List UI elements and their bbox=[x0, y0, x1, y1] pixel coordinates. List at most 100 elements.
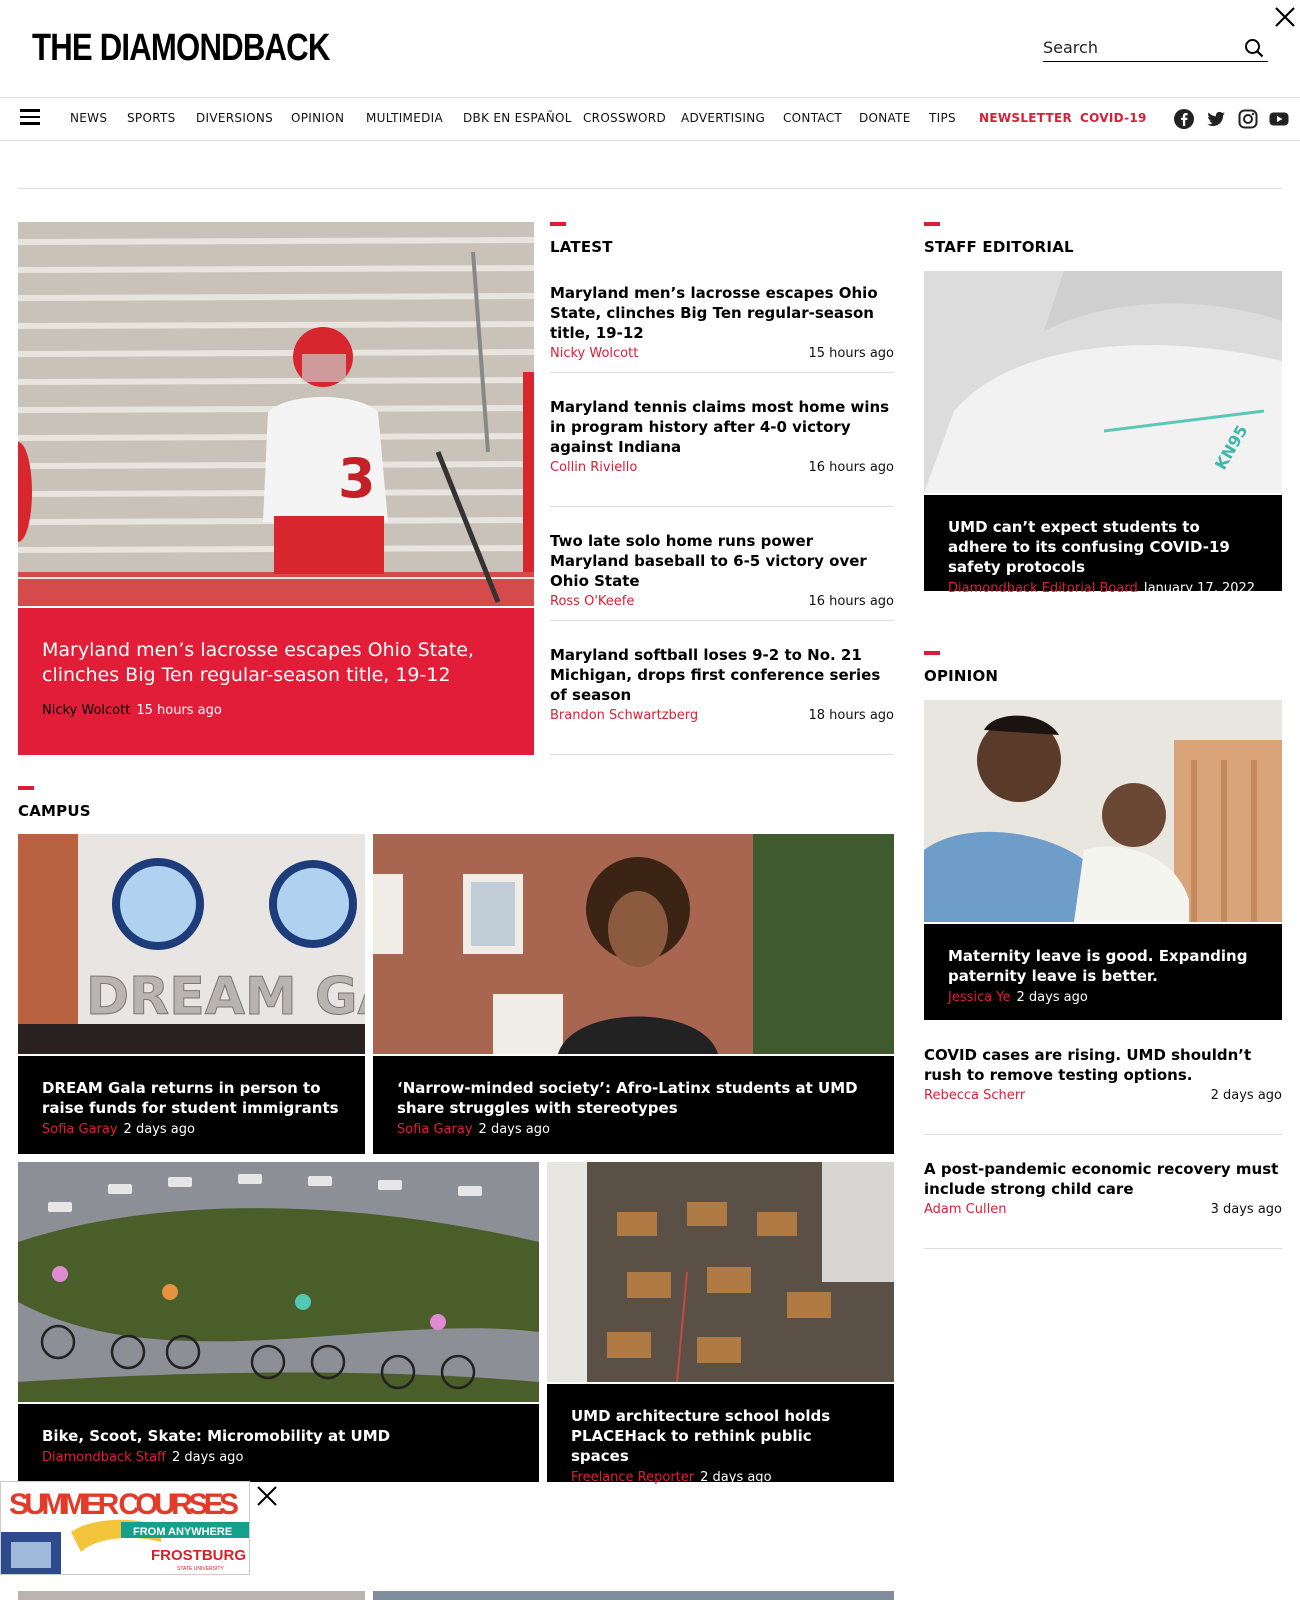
latest-title: LATEST bbox=[550, 238, 613, 256]
divider bbox=[18, 188, 1282, 189]
campus-card[interactable]: UMD architecture school holds PLACEHack … bbox=[547, 1384, 894, 1485]
nav-opinion[interactable]: OPINION bbox=[291, 111, 344, 125]
search-input[interactable]: Search bbox=[1043, 36, 1268, 62]
latest-headline[interactable]: Maryland softball loses 9-2 to No. 21 Mi… bbox=[550, 645, 894, 705]
search-placeholder: Search bbox=[1043, 38, 1098, 57]
instagram-icon[interactable] bbox=[1237, 108, 1259, 130]
nav-covid-19[interactable]: COVID-19 bbox=[1080, 111, 1147, 125]
nav-diversions[interactable]: DIVERSIONS bbox=[196, 111, 273, 125]
campus-card-image[interactable] bbox=[373, 834, 894, 1054]
nav-multimedia[interactable]: MULTIMEDIA bbox=[366, 111, 443, 125]
staff-editorial-title: STAFF EDITORIAL bbox=[924, 238, 1074, 256]
campus-card-image[interactable] bbox=[18, 1162, 539, 1402]
campus-card-image[interactable] bbox=[373, 1591, 894, 1600]
opinion-time: 2 days ago bbox=[1210, 1088, 1282, 1103]
latest-item[interactable]: Maryland tennis claims most home wins in… bbox=[550, 397, 894, 507]
hero-caption[interactable]: Maryland men’s lacrosse escapes Ohio Sta… bbox=[18, 608, 534, 755]
opinion-author[interactable]: Rebecca Scherr bbox=[924, 1088, 1025, 1103]
campus-card-author[interactable]: Sofia Garay bbox=[42, 1122, 118, 1137]
campus-card-author[interactable]: Diamondback Staff bbox=[42, 1450, 166, 1465]
opinion-image[interactable] bbox=[924, 700, 1282, 922]
staff-editorial-time: January 17, 2022 bbox=[1143, 581, 1256, 596]
section-marker bbox=[18, 786, 34, 790]
latest-time: 16 hours ago bbox=[808, 460, 894, 475]
latest-headline[interactable]: Two late solo home runs power Maryland b… bbox=[550, 531, 894, 591]
nav-news[interactable]: NEWS bbox=[70, 111, 107, 125]
menu-icon[interactable] bbox=[20, 109, 40, 127]
opinion-author[interactable]: Adam Cullen bbox=[924, 1202, 1006, 1217]
staff-editorial-headline[interactable]: UMD can’t expect students to adhere to i… bbox=[948, 517, 1258, 577]
twitter-icon[interactable] bbox=[1205, 108, 1227, 130]
advertisement-banner[interactable]: SUMMER COURSES FROM ANYWHERE FROSTBURG S… bbox=[0, 1481, 250, 1575]
site-logo[interactable]: THE DIAMONDBACK bbox=[32, 26, 330, 70]
nav-contact[interactable]: CONTACT bbox=[783, 111, 842, 125]
campus-card-author[interactable]: Sofia Garay bbox=[397, 1122, 473, 1137]
latest-item[interactable]: Two late solo home runs power Maryland b… bbox=[550, 531, 894, 621]
hero-headline[interactable]: Maryland men’s lacrosse escapes Ohio Sta… bbox=[42, 638, 510, 688]
campus-card-image[interactable]: DREAM GAL bbox=[18, 834, 365, 1054]
latest-time: 16 hours ago bbox=[808, 594, 894, 609]
nav-tips[interactable]: TIPS bbox=[929, 111, 956, 125]
campus-card-headline[interactable]: DREAM Gala returns in person to raise fu… bbox=[42, 1078, 341, 1118]
campus-card-time: 2 days ago bbox=[700, 1470, 772, 1485]
campus-card[interactable]: Bike, Scoot, Skate: Micromobility at UMD… bbox=[18, 1404, 539, 1482]
nav-advertising[interactable]: ADVERTISING bbox=[681, 111, 765, 125]
close-ad-icon[interactable] bbox=[255, 1484, 279, 1508]
youtube-icon[interactable] bbox=[1268, 108, 1290, 130]
campus-card[interactable]: ‘Narrow-minded society’: Afro-Latinx stu… bbox=[373, 1056, 894, 1154]
hero-meta: Nicky Wolcott 15 hours ago bbox=[42, 703, 510, 718]
latest-author[interactable]: Brandon Schwartzberg bbox=[550, 708, 698, 723]
ad-headline: SUMMER COURSES bbox=[9, 1488, 239, 1521]
hero-image[interactable]: 3 bbox=[18, 222, 534, 606]
hero-time: 15 hours ago bbox=[136, 703, 222, 718]
opinion-featured-card[interactable]: Maternity leave is good. Expanding pater… bbox=[924, 924, 1282, 1020]
latest-author[interactable]: Ross O'Keefe bbox=[550, 594, 634, 609]
campus-card-time: 2 days ago bbox=[172, 1450, 244, 1465]
dream-gala-balloons: DREAM GAL bbox=[86, 967, 365, 1027]
campus-card-author[interactable]: Freelance Reporter bbox=[571, 1470, 694, 1485]
ad-brand-sub: STATE UNIVERSITY bbox=[177, 1566, 224, 1572]
opinion-item[interactable]: A post-pandemic economic recovery must i… bbox=[924, 1159, 1282, 1249]
campus-card-headline[interactable]: Bike, Scoot, Skate: Micromobility at UMD bbox=[42, 1426, 515, 1446]
opinion-item[interactable]: COVID cases are rising. UMD shouldn’t ru… bbox=[924, 1045, 1282, 1135]
section-marker bbox=[550, 222, 566, 226]
latest-author[interactable]: Nicky Wolcott bbox=[550, 346, 638, 361]
nav-newsletter[interactable]: NEWSLETTER bbox=[979, 111, 1072, 125]
close-icon[interactable] bbox=[1272, 4, 1298, 30]
latest-time: 18 hours ago bbox=[808, 708, 894, 723]
staff-editorial-card[interactable]: UMD can’t expect students to adhere to i… bbox=[924, 495, 1282, 596]
campus-card-headline[interactable]: UMD architecture school holds PLACEHack … bbox=[571, 1406, 870, 1466]
nav-crossword[interactable]: CROSSWORD bbox=[583, 111, 666, 125]
nav-donate[interactable]: DONATE bbox=[859, 111, 911, 125]
opinion-headline[interactable]: COVID cases are rising. UMD shouldn’t ru… bbox=[924, 1045, 1282, 1085]
search-icon[interactable] bbox=[1244, 38, 1264, 58]
campus-card-headline[interactable]: ‘Narrow-minded society’: Afro-Latinx stu… bbox=[397, 1078, 870, 1118]
section-marker bbox=[924, 651, 940, 655]
facebook-icon[interactable] bbox=[1173, 108, 1195, 130]
latest-headline[interactable]: Maryland tennis claims most home wins in… bbox=[550, 397, 894, 457]
latest-item[interactable]: Maryland softball loses 9-2 to No. 21 Mi… bbox=[550, 645, 894, 755]
opinion-time: 3 days ago bbox=[1210, 1202, 1282, 1217]
opinion-featured-author[interactable]: Jessica Ye bbox=[948, 990, 1010, 1005]
staff-editorial-author[interactable]: Diamondback Editorial Board bbox=[948, 581, 1138, 596]
ad-brand: FROSTBURG bbox=[151, 1547, 246, 1564]
hero-author[interactable]: Nicky Wolcott bbox=[42, 703, 130, 718]
opinion-featured-time: 2 days ago bbox=[1016, 990, 1088, 1005]
nav-sports[interactable]: SPORTS bbox=[127, 111, 176, 125]
latest-headline[interactable]: Maryland men’s lacrosse escapes Ohio Sta… bbox=[550, 283, 894, 343]
nav-dbk-en-espanol[interactable]: DBK EN ESPAÑOL bbox=[463, 111, 572, 125]
latest-item[interactable]: Maryland men’s lacrosse escapes Ohio Sta… bbox=[550, 283, 894, 373]
campus-title: CAMPUS bbox=[18, 802, 91, 820]
campus-card-image[interactable] bbox=[18, 1591, 365, 1600]
staff-editorial-image[interactable]: KN95 bbox=[924, 271, 1282, 493]
campus-card-time: 2 days ago bbox=[123, 1122, 195, 1137]
campus-card-image[interactable] bbox=[547, 1162, 894, 1382]
main-nav: NEWS SPORTS DIVERSIONS OPINION MULTIMEDI… bbox=[0, 97, 1300, 141]
campus-card-time: 2 days ago bbox=[478, 1122, 550, 1137]
svg-text:3: 3 bbox=[338, 447, 376, 510]
opinion-headline[interactable]: A post-pandemic economic recovery must i… bbox=[924, 1159, 1282, 1199]
latest-time: 15 hours ago bbox=[808, 346, 894, 361]
latest-author[interactable]: Collin Riviello bbox=[550, 460, 637, 475]
campus-card[interactable]: DREAM Gala returns in person to raise fu… bbox=[18, 1056, 365, 1154]
opinion-featured-headline[interactable]: Maternity leave is good. Expanding pater… bbox=[948, 946, 1258, 986]
